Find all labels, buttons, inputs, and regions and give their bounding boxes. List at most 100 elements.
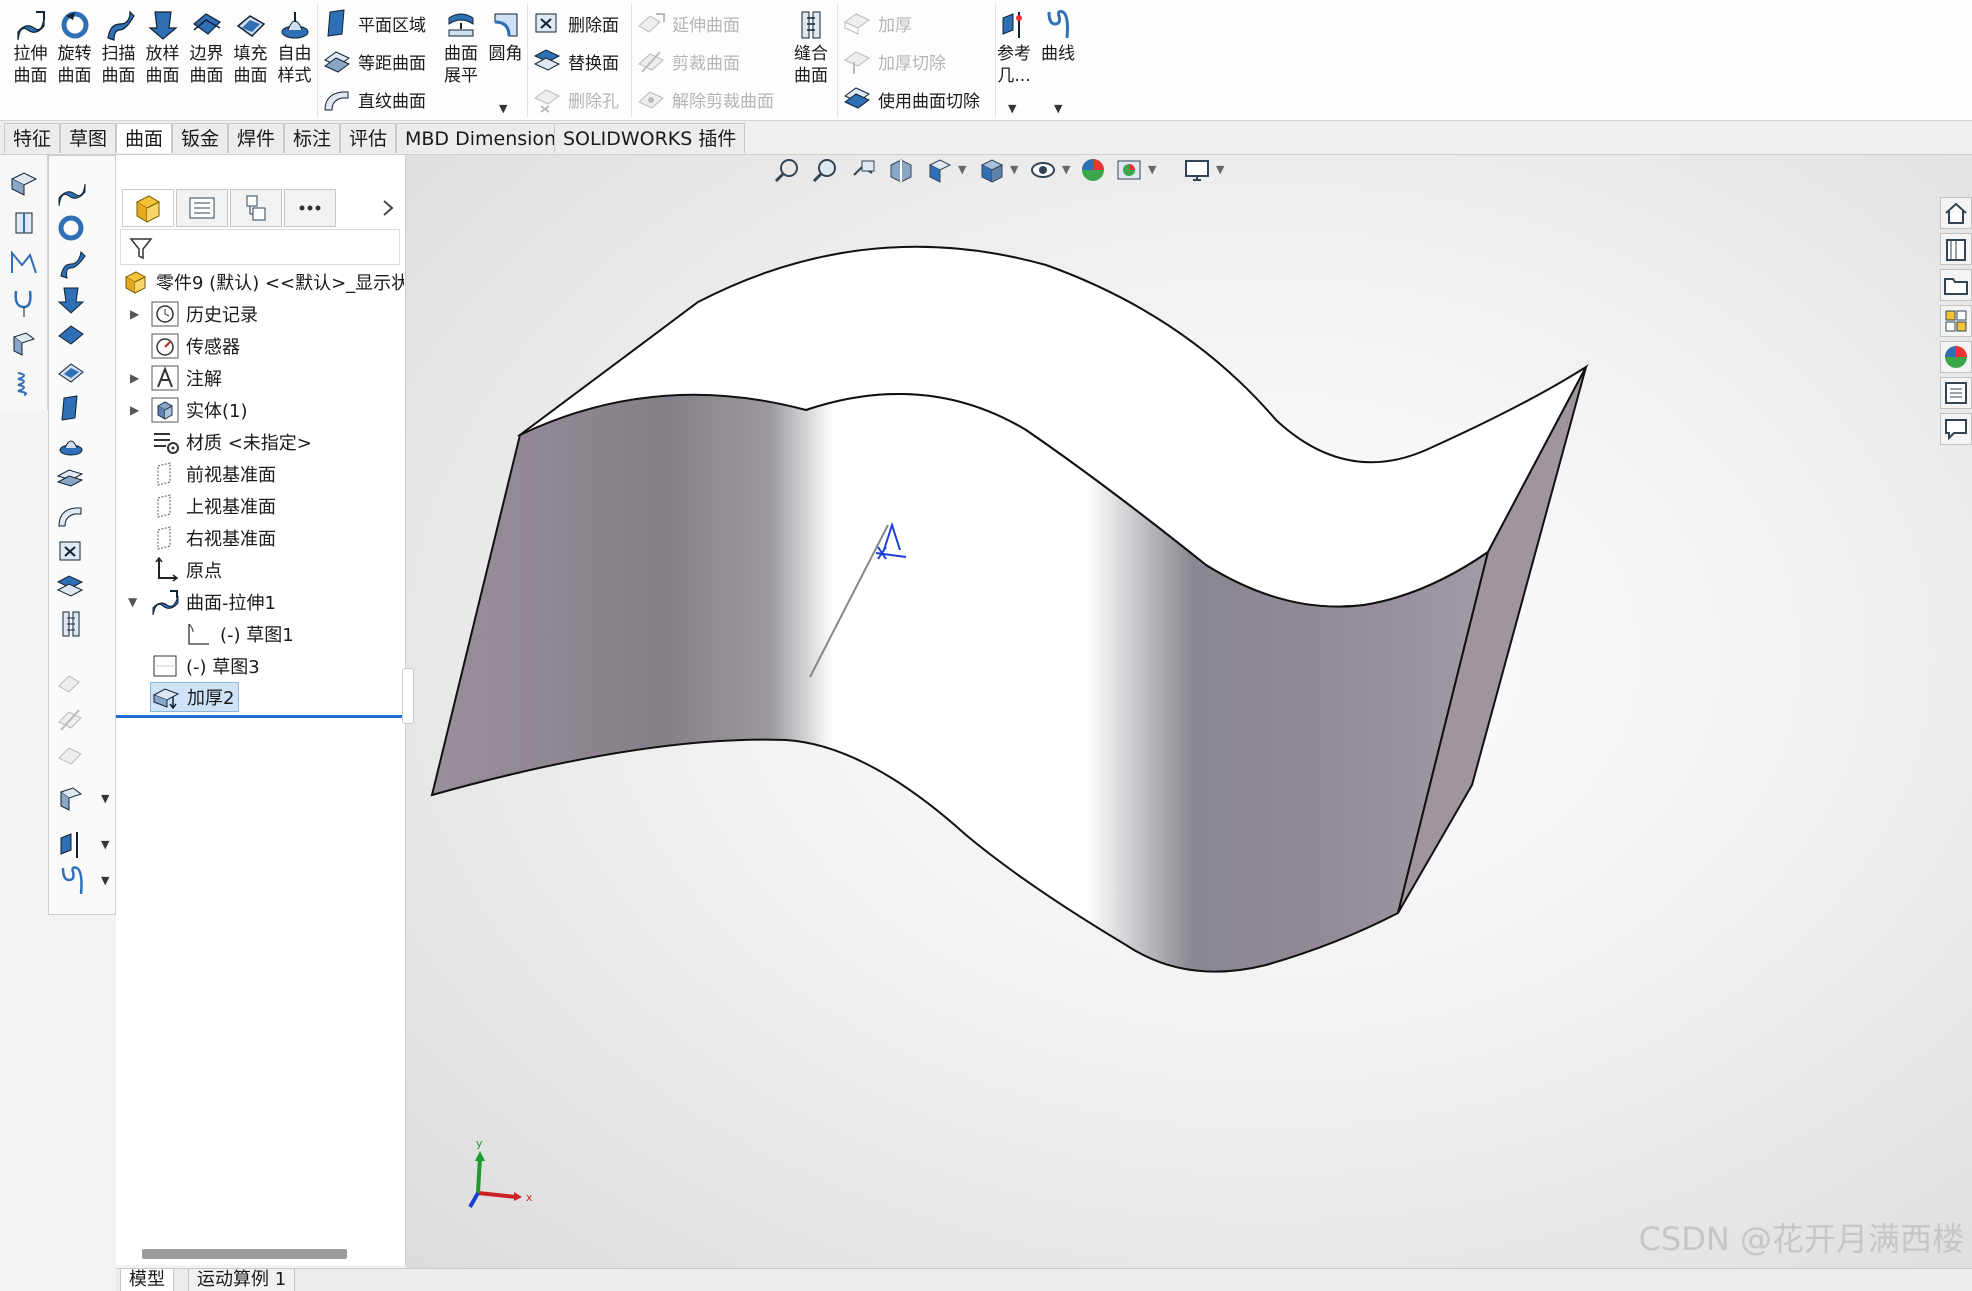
- swept-surface-button[interactable]: 扫描 曲面: [97, 4, 140, 87]
- tab-sheet-metal[interactable]: 钣金: [172, 123, 229, 153]
- fillet-button[interactable]: 圆角: [484, 4, 527, 65]
- reference-geometry-button[interactable]: 参考 几...: [992, 4, 1036, 87]
- view-settings-dropdown[interactable]: ▼: [1216, 163, 1224, 176]
- extend-surface-icon[interactable]: [55, 668, 87, 700]
- expander-annotations[interactable]: ▶: [130, 371, 139, 385]
- edit-appearance-icon[interactable]: [1078, 155, 1108, 185]
- filled-surface-button[interactable]: 填充 曲面: [229, 4, 272, 87]
- thicken-cut-button[interactable]: 加厚切除: [842, 44, 946, 78]
- tree-item-thicken2[interactable]: 加厚2: [150, 682, 240, 712]
- surface-cut-button[interactable]: 使用曲面切除: [842, 82, 980, 116]
- section-view-icon[interactable]: [886, 155, 916, 185]
- tree-item-material[interactable]: 材质 <未指定>: [150, 427, 312, 457]
- replace-face-button[interactable]: 替换面: [532, 44, 619, 78]
- tree-item-annotations[interactable]: 注解: [150, 363, 222, 393]
- thicken-button[interactable]: 加厚: [842, 6, 912, 40]
- custom-properties-tab[interactable]: [1940, 377, 1972, 409]
- delete-face-icon[interactable]: [55, 536, 87, 568]
- untrim-surface-button[interactable]: 解除剪裁曲面: [636, 82, 774, 116]
- filled-surface-icon[interactable]: [55, 356, 87, 388]
- freeform-icon[interactable]: [55, 428, 87, 460]
- boundary-surface-button[interactable]: 边界 曲面: [185, 4, 228, 87]
- helix-icon[interactable]: [8, 367, 40, 399]
- replace-face-icon[interactable]: [55, 572, 87, 604]
- planar-surface-button[interactable]: 平面区域: [322, 6, 426, 40]
- reference-geometry-dropdown-arrow[interactable]: ▼: [1008, 102, 1016, 115]
- curves-side-dropdown[interactable]: ▼: [101, 874, 109, 887]
- offset-surface-button[interactable]: 等距曲面: [322, 44, 426, 78]
- tab-mbd-dimensions[interactable]: MBD Dimensions: [396, 123, 575, 153]
- horizontal-scrollbar[interactable]: [142, 1249, 347, 1259]
- curves-button[interactable]: 曲线: [1036, 4, 1080, 65]
- delete-hole-button[interactable]: 删除孔: [532, 82, 619, 116]
- tab-annotation[interactable]: 标注: [284, 123, 341, 153]
- file-explorer-tab[interactable]: [1940, 269, 1972, 301]
- tab-sketch[interactable]: 草图: [60, 123, 117, 153]
- previous-view-icon[interactable]: [848, 155, 878, 185]
- tab-weldments[interactable]: 焊件: [228, 123, 285, 153]
- surface-flatten-button[interactable]: 曲面 展平: [438, 4, 484, 87]
- reference-geometry-side-dropdown[interactable]: ▼: [101, 838, 109, 851]
- curves-dropdown-arrow[interactable]: ▼: [1054, 102, 1062, 115]
- view-settings-icon[interactable]: [1182, 155, 1212, 185]
- knit-surface-icon[interactable]: [55, 608, 87, 640]
- display-style-dropdown[interactable]: ▼: [1010, 163, 1018, 176]
- freeform-button[interactable]: 自由 样式: [273, 4, 316, 87]
- view-orientation-icon[interactable]: [924, 155, 954, 185]
- tree-filter-bar[interactable]: [120, 229, 400, 265]
- tab-more[interactable]: [284, 189, 336, 227]
- surface-cut-dropdown-arrow[interactable]: ▼: [101, 792, 109, 805]
- fillet-dropdown-arrow[interactable]: ▼: [499, 102, 507, 115]
- sketch-plane-icon[interactable]: [8, 167, 40, 199]
- model-view[interactable]: [406, 155, 1972, 1268]
- view-palette-tab[interactable]: [1940, 305, 1972, 337]
- delete-face-button[interactable]: 删除面: [532, 6, 619, 40]
- tree-item-sketch3[interactable]: (-) 草图3: [150, 651, 260, 681]
- hide-show-items-icon[interactable]: [1028, 155, 1058, 185]
- revolved-surface-button[interactable]: 旋转 曲面: [53, 4, 96, 87]
- lofted-surface-button[interactable]: 放样 曲面: [141, 4, 184, 87]
- zoom-to-fit-icon[interactable]: [772, 155, 802, 185]
- revolved-surface-icon[interactable]: [55, 212, 87, 244]
- surface-cut-icon[interactable]: [55, 782, 87, 814]
- extend-surface-button[interactable]: 延伸曲面: [636, 6, 740, 40]
- expander-solid-bodies[interactable]: ▶: [130, 403, 139, 417]
- graphics-area[interactable]: ▼ ▼ ▼ ▼ ▼ x y CSDN @花开月满西楼: [406, 155, 1972, 1268]
- curve-through-points-icon[interactable]: [8, 287, 40, 319]
- apply-scene-dropdown[interactable]: ▼: [1148, 163, 1156, 176]
- boundary-surface-icon[interactable]: [55, 320, 87, 352]
- tree-item-solid-bodies[interactable]: 实体(1): [150, 395, 248, 425]
- extruded-surface-button[interactable]: 拉伸 曲面: [9, 4, 52, 87]
- curves-icon[interactable]: [55, 864, 87, 896]
- tab-model[interactable]: 模型: [120, 1269, 174, 1291]
- ruled-surface-button[interactable]: 直纹曲面: [322, 82, 426, 116]
- tab-feature-tree[interactable]: [122, 189, 174, 227]
- tree-root-part[interactable]: 零件9 (默认) <<默认>_显示状态: [120, 267, 404, 297]
- offset-surface-icon[interactable]: [55, 464, 87, 496]
- untrim-surface-icon[interactable]: [55, 740, 87, 772]
- rollback-bar[interactable]: [116, 715, 402, 718]
- panel-splitter-handle[interactable]: [402, 668, 414, 724]
- tab-property-manager[interactable]: [176, 189, 228, 227]
- tab-features[interactable]: 特征: [4, 123, 61, 153]
- tree-item-history[interactable]: 历史记录: [150, 299, 258, 329]
- expander-history[interactable]: ▶: [130, 307, 139, 321]
- zoom-to-area-icon[interactable]: [810, 155, 840, 185]
- swept-surface-icon[interactable]: [55, 248, 87, 280]
- design-library-tab[interactable]: [1940, 233, 1972, 265]
- tab-evaluate[interactable]: 评估: [340, 123, 397, 153]
- solidworks-resources-tab[interactable]: [1940, 197, 1972, 229]
- tree-item-top-plane[interactable]: 上视基准面: [150, 491, 276, 521]
- tree-item-origin[interactable]: 原点: [150, 555, 222, 585]
- surface-body-icon[interactable]: [8, 327, 40, 359]
- tree-item-front-plane[interactable]: 前视基准面: [150, 459, 276, 489]
- tab-solidworks-addins[interactable]: SOLIDWORKS 插件: [554, 123, 746, 153]
- lofted-surface-icon[interactable]: [55, 284, 87, 316]
- sketch-curve-icon[interactable]: [8, 247, 40, 279]
- extruded-surface-icon[interactable]: [55, 176, 87, 208]
- trim-surface-button[interactable]: 剪裁曲面: [636, 44, 740, 78]
- planar-surface-icon[interactable]: [55, 392, 87, 424]
- extrude-icon[interactable]: [8, 207, 40, 239]
- reference-geometry-icon[interactable]: [55, 828, 87, 860]
- tree-item-right-plane[interactable]: 右视基准面: [150, 523, 276, 553]
